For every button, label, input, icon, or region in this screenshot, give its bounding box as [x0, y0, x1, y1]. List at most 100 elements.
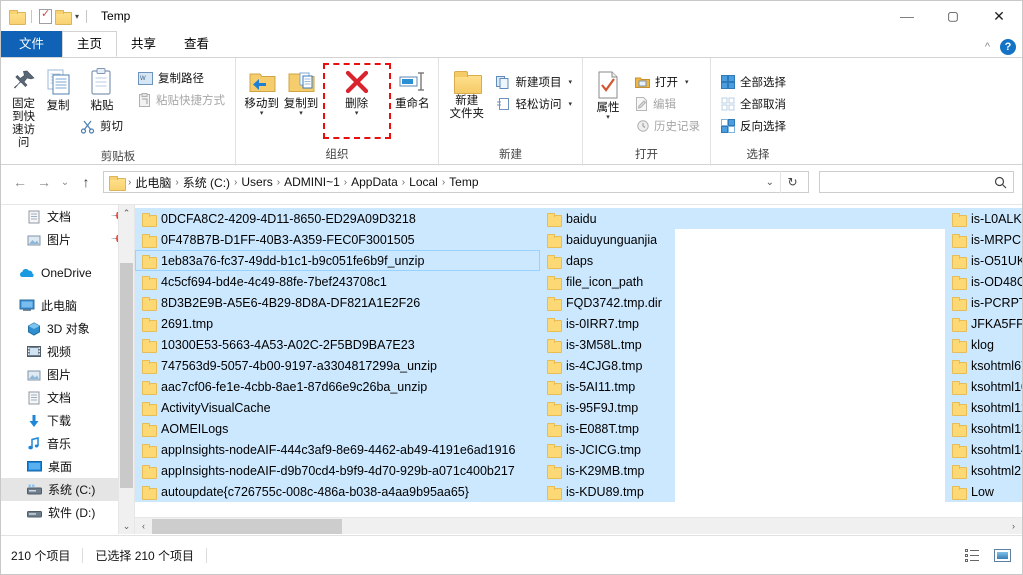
list-item[interactable]: daps [540, 250, 675, 271]
breadcrumb-temp[interactable]: Temp [446, 175, 481, 189]
new-folder-icon[interactable] [55, 10, 70, 23]
list-item[interactable]: AOMEILogs [135, 418, 540, 439]
select-all-button[interactable]: 全部选择 [717, 71, 790, 93]
breadcrumb-local[interactable]: Local [406, 175, 441, 189]
sidebar-item-desktop[interactable]: 桌面 [1, 455, 134, 478]
list-item[interactable]: autoupdate{c726755c-008c-486a-b038-a4aa9… [135, 481, 540, 502]
list-item[interactable]: is-KDU89.tmp [540, 481, 675, 502]
sidebar-item-pictures-qa[interactable]: 图片 📌 [1, 228, 134, 251]
list-item[interactable]: is-K29MB.tmp [540, 460, 675, 481]
chevron-down-icon[interactable]: ▾ [685, 78, 689, 86]
thumbnail-view-button[interactable] [992, 546, 1012, 564]
list-item[interactable]: 2691.tmp [135, 313, 540, 334]
sidebar-scrollbar[interactable]: ⌃ ⌄ [118, 205, 134, 534]
easy-access-button[interactable]: 轻松访问 ▾ [492, 93, 576, 115]
sidebar-item-system-c[interactable]: 系统 (C:) [1, 478, 134, 501]
tab-share[interactable]: 共享 [117, 31, 170, 57]
list-item[interactable]: 8D3B2E9B-A5E6-4B29-8D8A-DF821A1E2F26 [135, 292, 540, 313]
sidebar-item-software-d[interactable]: 软件 (D:) [1, 501, 134, 524]
maximize-button[interactable]: ▢ [930, 1, 976, 31]
scrollbar-thumb[interactable] [120, 263, 133, 488]
list-item[interactable]: FQD3742.tmp.dir [540, 292, 675, 313]
list-item[interactable]: ksohtml13028 [945, 418, 1022, 439]
scroll-left-icon[interactable]: ‹ [135, 518, 152, 535]
cut-button[interactable]: 剪切 [76, 115, 128, 137]
chevron-down-icon[interactable]: ▾ [299, 111, 303, 117]
scroll-up-icon[interactable]: ⌃ [119, 205, 134, 221]
sidebar-item-music[interactable]: 音乐 [1, 432, 134, 455]
open-button[interactable]: 打开 ▾ [631, 71, 704, 93]
list-item[interactable]: 0DCFA8C2-4209-4D11-8650-ED29A09D3218 [135, 208, 540, 229]
list-item[interactable]: is-3M58L.tmp [540, 334, 675, 355]
properties-icon[interactable] [39, 9, 52, 24]
search-icon[interactable] [994, 176, 1007, 189]
list-item[interactable]: 4c5cf694-bd4e-4c49-88fe-7bef243708c1 [135, 271, 540, 292]
horizontal-scrollbar[interactable]: ‹ › [135, 517, 1022, 534]
breadcrumb-appdata[interactable]: AppData [348, 175, 401, 189]
rename-button[interactable]: 重命名 [393, 65, 432, 111]
back-button[interactable]: ← [9, 171, 31, 193]
chevron-down-icon[interactable]: ▾ [75, 12, 79, 21]
sidebar-item-3d-objects[interactable]: 3D 对象 [1, 317, 134, 340]
list-item[interactable]: is-PCRPT.tmp [945, 292, 1022, 313]
list-item[interactable]: ActivityVisualCache [135, 397, 540, 418]
list-item[interactable]: 1eb83a76-fc37-49dd-b1c1-b9c051fe6b9f_unz… [135, 250, 540, 271]
list-item[interactable]: is-JCICG.tmp [540, 439, 675, 460]
address-dropdown-icon[interactable]: ⌄ [760, 177, 780, 188]
list-item[interactable]: is-5AI11.tmp [540, 376, 675, 397]
list-item[interactable]: is-OD48O.tmp [945, 271, 1022, 292]
edit-button[interactable]: 编辑 [631, 93, 704, 115]
chevron-up-icon[interactable]: ^ [985, 41, 990, 53]
list-item[interactable]: Low [945, 481, 1022, 502]
copy-path-button[interactable]: W 复制路径 [134, 67, 229, 89]
chevron-down-icon[interactable]: ▾ [606, 115, 610, 121]
tab-file[interactable]: 文件 [1, 31, 62, 57]
breadcrumb-users[interactable]: Users [238, 175, 275, 189]
list-item[interactable]: ksohtml21268 [945, 460, 1022, 481]
list-item[interactable]: is-O51UK.tmp [945, 250, 1022, 271]
breadcrumb-admini[interactable]: ADMINI~1 [281, 175, 343, 189]
pin-to-quick-access-button[interactable]: 固定到快速访问 [7, 63, 40, 150]
search-input[interactable] [826, 174, 994, 190]
list-item[interactable]: klog [945, 334, 1022, 355]
folder-icon[interactable] [9, 10, 24, 23]
close-button[interactable]: ✕ [976, 1, 1022, 31]
list-item[interactable]: baiduyunguanjia [540, 229, 675, 250]
delete-button[interactable]: 删除 ▾ [331, 67, 383, 117]
help-icon[interactable]: ? [1000, 39, 1016, 55]
details-view-button[interactable] [962, 546, 982, 564]
new-item-button[interactable]: 新建项目 ▾ [492, 71, 576, 93]
address-bar[interactable]: › 此电脑 › 系统 (C:) › Users › ADMINI~1 › App… [103, 171, 809, 193]
tab-home[interactable]: 主页 [62, 31, 117, 57]
list-item[interactable]: aac7cf06-fe1e-4cbb-8ae1-87d66e9c26ba_unz… [135, 376, 540, 397]
sidebar-item-downloads[interactable]: 下载 [1, 409, 134, 432]
scroll-right-icon[interactable]: › [1005, 518, 1022, 535]
invert-selection-button[interactable]: 反向选择 [717, 115, 790, 137]
list-item[interactable]: ksohtml6712 [945, 355, 1022, 376]
chevron-down-icon[interactable]: ▾ [355, 111, 359, 117]
paste-shortcut-button[interactable]: 粘贴快捷方式 [134, 89, 229, 111]
sidebar-item-onedrive[interactable]: OneDrive [1, 261, 134, 284]
refresh-button[interactable]: ↻ [780, 171, 804, 193]
sidebar-item-videos[interactable]: 视频 [1, 340, 134, 363]
copy-to-button[interactable]: 复制到 ▾ [281, 65, 320, 117]
history-button[interactable]: 历史记录 [631, 115, 704, 137]
breadcrumb-this-pc[interactable]: 此电脑 [132, 174, 174, 191]
list-item[interactable]: is-MRPCE.tmp [945, 229, 1022, 250]
list-item[interactable]: 0F478B7B-D1FF-40B3-A359-FEC0F3001505 [135, 229, 540, 250]
properties-button[interactable]: 属性 ▾ [589, 67, 627, 121]
sidebar-item-documents[interactable]: 文档 [1, 386, 134, 409]
list-item[interactable]: 10300E53-5663-4A53-A02C-2F5BD9BA7E23 [135, 334, 540, 355]
sidebar-item-documents-qa[interactable]: 文档 📌 [1, 205, 134, 228]
list-item[interactable]: ksohtml10824 [945, 376, 1022, 397]
move-to-button[interactable]: 移动到 ▾ [242, 65, 281, 117]
list-item[interactable]: is-95F9J.tmp [540, 397, 675, 418]
breadcrumb-system-c[interactable]: 系统 (C:) [180, 174, 233, 191]
minimize-button[interactable]: — [884, 1, 930, 31]
chevron-down-icon[interactable]: ▾ [260, 111, 264, 117]
paste-button[interactable]: 粘贴 [76, 63, 128, 113]
list-item[interactable]: appInsights-nodeAIF-444c3af9-8e69-4462-a… [135, 439, 540, 460]
list-item[interactable]: 747563d9-5057-4b00-9197-a3304817299a_unz… [135, 355, 540, 376]
chevron-down-icon[interactable]: ▾ [568, 78, 572, 86]
scroll-down-icon[interactable]: ⌄ [119, 518, 134, 534]
